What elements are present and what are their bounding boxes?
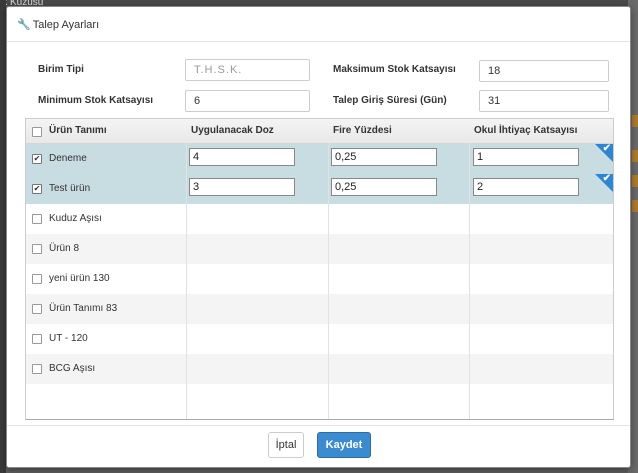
column-divider (469, 143, 470, 419)
row-urun-tanimi: Deneme (49, 153, 87, 164)
talep-giris-input[interactable]: 31 (479, 90, 609, 112)
urun-grid: Ürün Tanımı Uygulanacak Doz Fire Yüzdesi… (25, 118, 614, 420)
table-row[interactable]: UT - 120 (26, 324, 613, 354)
minimum-stok-label: Minimum Stok Katsayısı (38, 95, 154, 106)
header-fire-yuzdesi[interactable]: Fire Yüzdesi (333, 125, 392, 136)
row-fire-input[interactable]: 0,25 (331, 178, 437, 196)
row-checkbox[interactable] (32, 274, 42, 284)
row-okul-input[interactable]: 1 (473, 148, 579, 166)
header-okul-ihtiyac[interactable]: Okul İhtiyaç Katsayısı (474, 125, 577, 136)
modal-header: 🔧 Talep Ayarları (7, 7, 630, 42)
wrench-icon: 🔧 (17, 19, 31, 31)
checkmark-icon: ✔ (602, 173, 611, 184)
maksimum-stok-input[interactable]: 18 (479, 60, 609, 82)
header-uygulanacak-doz[interactable]: Uygulanacak Doz (191, 125, 274, 136)
row-okul-input[interactable]: 2 (473, 178, 579, 196)
table-row[interactable]: Kuduz Aşısı (26, 204, 613, 234)
header-urun-tanimi[interactable]: Ürün Tanımı (49, 125, 107, 136)
footer-divider (7, 425, 630, 426)
row-checkbox[interactable] (32, 244, 42, 254)
row-doz-input[interactable]: 3 (189, 178, 295, 196)
birim-tipi-input[interactable]: T.H.S.K. (185, 59, 310, 81)
modal-title: Talep Ayarları (32, 19, 100, 31)
minimum-stok-input[interactable]: 6 (185, 90, 310, 112)
row-urun-tanimi: BCG Aşısı (49, 363, 96, 374)
table-row[interactable]: Ürün Tanımı 83 (26, 294, 613, 324)
modal-title-wrap: 🔧 Talep Ayarları (17, 18, 99, 31)
table-row[interactable]: ✔ Test ürün 3 0,25 2 ✔ (26, 173, 613, 204)
grid-header: Ürün Tanımı Uygulanacak Doz Fire Yüzdesi… (26, 119, 613, 144)
birim-tipi-label: Birim Tipi (38, 64, 84, 75)
background-marker (632, 115, 638, 127)
row-checkbox[interactable] (32, 364, 42, 374)
maksimum-stok-label: Maksimum Stok Katsayısı (333, 64, 456, 75)
talep-giris-label: Talep Giriş Süresi (Gün) (333, 95, 447, 106)
background-marker (632, 150, 638, 162)
row-checkbox[interactable] (32, 304, 42, 314)
table-row[interactable]: Ürün 8 (26, 234, 613, 264)
column-divider (186, 143, 187, 419)
settings-form: Birim Tipi T.H.S.K. Minimum Stok Katsayı… (7, 42, 630, 117)
row-urun-tanimi: Kuduz Aşısı (49, 213, 102, 224)
background-marker (632, 200, 638, 212)
row-urun-tanimi: Test ürün (49, 183, 91, 194)
row-fire-input[interactable]: 0,25 (331, 148, 437, 166)
row-checkbox[interactable]: ✔ (32, 184, 42, 194)
talep-ayarlari-modal: 🔧 Talep Ayarları Birim Tipi T.H.S.K. Mini… (6, 6, 631, 468)
row-checkbox[interactable] (32, 334, 42, 344)
save-button[interactable]: Kaydet (317, 432, 371, 458)
row-urun-tanimi: UT - 120 (49, 333, 88, 344)
table-row[interactable]: BCG Aşısı (26, 354, 613, 384)
row-urun-tanimi: Ürün Tanımı 83 (49, 303, 118, 314)
row-doz-input[interactable]: 4 (189, 148, 295, 166)
row-urun-tanimi: Ürün 8 (49, 243, 80, 254)
row-checkbox[interactable] (32, 214, 42, 224)
cancel-button[interactable]: İptal (268, 432, 304, 458)
row-urun-tanimi: yeni ürün 130 (49, 273, 110, 284)
table-row[interactable]: ✔ Deneme 4 0,25 1 ✔ (26, 143, 613, 174)
background-marker (632, 175, 638, 187)
checkmark-icon: ✔ (602, 143, 611, 154)
table-row[interactable]: yeni ürün 130 (26, 264, 613, 294)
row-checkbox[interactable]: ✔ (32, 154, 42, 164)
column-divider (328, 143, 329, 419)
select-all-checkbox[interactable] (32, 127, 42, 137)
